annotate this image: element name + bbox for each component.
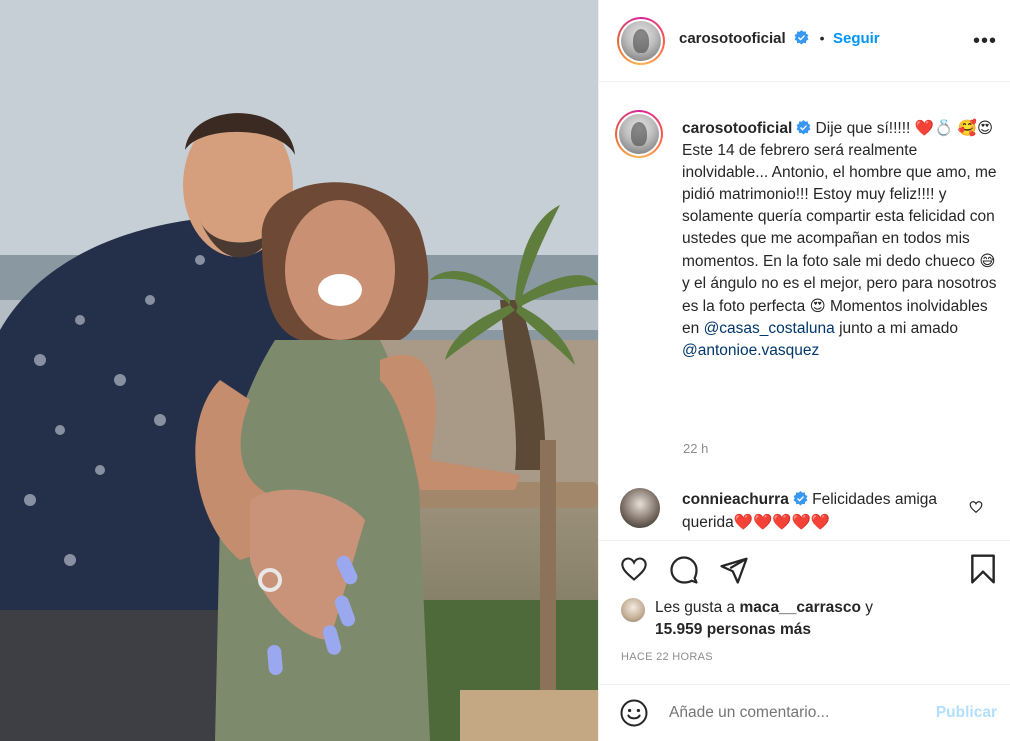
comment-username[interactable]: connieachurra: [682, 491, 789, 508]
heart-eyes-emoji: 😍: [809, 297, 826, 315]
likes-prefix: Les gusta a: [655, 599, 740, 616]
sweat-smile-emoji: 😅: [979, 252, 996, 270]
love-faces-emoji: 🥰😍: [957, 119, 994, 137]
follow-button[interactable]: Seguir: [833, 30, 880, 47]
comment-input[interactable]: [669, 700, 919, 726]
likes-count[interactable]: 15.959 personas más: [655, 621, 811, 638]
more-icon[interactable]: •••: [973, 31, 997, 51]
mention-link[interactable]: @casas_costaluna: [704, 320, 835, 337]
caption-text: junto a mi amado: [834, 320, 958, 337]
caption-username[interactable]: carosotooficial: [682, 120, 792, 137]
photo-illustration: [0, 0, 598, 741]
comment-icon[interactable]: [669, 555, 699, 585]
verified-badge-icon: [794, 30, 809, 45]
caption-text: Este 14 de febrero será realmente inolvi…: [682, 142, 997, 270]
like-heart-icon[interactable]: [619, 555, 649, 583]
verified-badge-icon: [796, 120, 811, 135]
verified-badge-icon: [793, 491, 808, 506]
post-caption: carosotooficial Dije que sí!!!!! ❤️💍 🥰😍 E…: [682, 117, 997, 362]
separator-dot: •: [819, 30, 825, 46]
share-icon[interactable]: [719, 555, 749, 585]
likes-connector: y: [860, 599, 874, 616]
caption-time[interactable]: 22 h: [683, 441, 708, 456]
post-header: carosotooficial • Seguir •••: [599, 0, 1010, 82]
header-username[interactable]: carosotooficial: [679, 30, 786, 47]
comment: connieachurra Felicidades amiga querida❤…: [682, 489, 952, 534]
heart-ring-emoji: ❤️💍: [914, 119, 954, 137]
comment-avatar[interactable]: [620, 488, 660, 528]
liker-username[interactable]: maca__carrasco: [739, 599, 861, 616]
bookmark-icon[interactable]: [969, 553, 997, 585]
divider: [599, 540, 1010, 541]
divider: [599, 684, 1010, 685]
caption-author-avatar[interactable]: [615, 110, 663, 158]
post-details-panel: carosotooficial • Seguir ••• carosotoofi…: [598, 0, 1010, 741]
hearts-emoji: ❤️❤️❤️❤️❤️: [733, 513, 831, 531]
mention-link[interactable]: @antonioe.vasquez: [682, 342, 819, 359]
caption-text: Dije que sí!!!!!: [811, 120, 915, 137]
likes-summary: Les gusta a maca__carrasco y 15.959 pers…: [655, 597, 995, 641]
author-avatar[interactable]: [617, 17, 665, 65]
comment-like-heart-icon[interactable]: [969, 500, 983, 514]
publish-button[interactable]: Publicar: [936, 704, 997, 722]
post-timestamp[interactable]: Hace 22 horas: [621, 651, 713, 663]
post-photo[interactable]: [0, 0, 598, 741]
smiley-icon[interactable]: [619, 698, 649, 728]
liker-avatar[interactable]: [621, 598, 645, 622]
